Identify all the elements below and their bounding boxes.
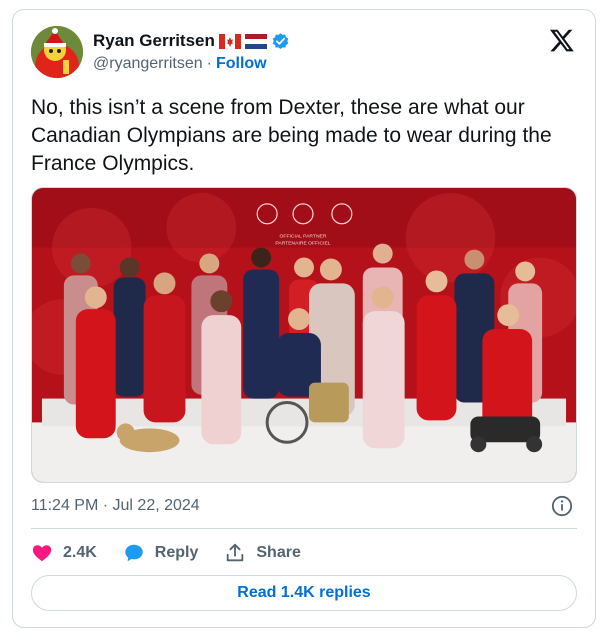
follow-button[interactable]: Follow bbox=[216, 55, 267, 73]
author-handle[interactable]: @ryangerritsen bbox=[93, 55, 203, 73]
tweet-photo[interactable]: OFFICIAL PARTNER PARTENAIRE OFFICIEL bbox=[31, 187, 577, 483]
verified-badge-icon bbox=[272, 32, 289, 49]
action-bar: 2.4K Reply Share bbox=[31, 538, 301, 568]
separator-dot: · bbox=[206, 55, 212, 72]
tweet-text: No, this isn’t a scene from Dexter, thes… bbox=[31, 96, 552, 175]
reply-label: Reply bbox=[154, 544, 199, 561]
tweet-card: Ryan Gerritsen @ryangerritsen · Follow N… bbox=[12, 9, 596, 628]
read-replies-button[interactable]: Read 1.4K replies bbox=[31, 575, 577, 611]
author-row: Ryan Gerritsen bbox=[93, 30, 290, 52]
share-button[interactable]: Share bbox=[224, 542, 301, 564]
heart-icon bbox=[32, 545, 52, 562]
like-button[interactable]: 2.4K bbox=[31, 542, 97, 564]
divider bbox=[31, 528, 577, 529]
reply-button[interactable]: Reply bbox=[123, 542, 199, 564]
netherlands-flag-icon bbox=[244, 33, 267, 49]
banner-line-2: PARTENAIRE OFFICIEL bbox=[275, 241, 330, 247]
tweet-timestamp[interactable]: 11:24 PM · Jul 22, 2024 bbox=[31, 497, 200, 515]
banner-line-1: OFFICIAL PARTNER bbox=[280, 234, 327, 240]
handle-row: @ryangerritsen · Follow bbox=[93, 55, 267, 73]
share-upload-icon bbox=[227, 543, 244, 562]
canada-flag-icon bbox=[218, 33, 241, 49]
share-label: Share bbox=[256, 544, 301, 561]
info-icon[interactable] bbox=[551, 495, 573, 517]
author-name[interactable]: Ryan Gerritsen bbox=[93, 31, 215, 51]
reply-bubble-icon bbox=[125, 544, 143, 562]
x-logo-icon[interactable] bbox=[549, 27, 575, 53]
like-count: 2.4K bbox=[63, 544, 97, 561]
avatar[interactable] bbox=[31, 26, 83, 78]
